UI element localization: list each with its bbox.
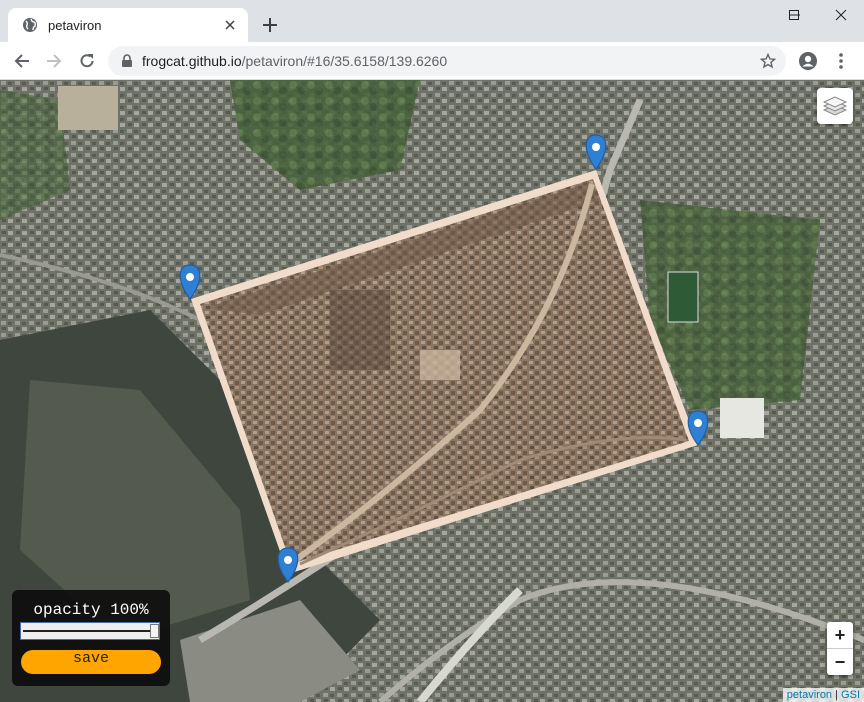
browser-tab[interactable]: petaviron [8,8,248,42]
save-button[interactable]: save [21,650,161,674]
layers-icon [822,91,848,122]
new-tab-icon[interactable] [258,13,282,37]
reload-icon[interactable] [75,49,99,73]
map-attribution: petaviron | GSI [782,688,864,702]
url-text: frogcat.github.io/petaviron/#16/35.6158/… [142,53,758,69]
attribution-separator: | [835,689,838,701]
maximize-icon[interactable] [771,0,817,30]
url-host: frogcat.github.io [142,53,242,69]
slider-thumb[interactable] [150,624,159,638]
close-window-icon[interactable] [818,0,864,30]
opacity-slider[interactable] [20,622,160,640]
close-tab-icon[interactable] [220,15,240,35]
url-path: /petaviron/#16/35.6158/139.6260 [241,53,448,69]
opacity-label: opacity 100% [33,601,149,619]
lock-icon [120,54,134,68]
zoom-control: + − [827,622,853,675]
tab-title: petaviron [48,17,102,33]
menu-kebab-icon[interactable] [830,50,852,72]
browser-toolbar: frogcat.github.io/petaviron/#16/35.6158/… [0,42,864,80]
overlay-control-panel: opacity 100% save [12,590,170,686]
profile-icon[interactable] [797,50,819,72]
bookmark-star-icon[interactable] [758,51,778,71]
address-bar[interactable]: frogcat.github.io/petaviron/#16/35.6158/… [108,46,786,76]
layers-control-button[interactable] [817,88,853,124]
map-viewport[interactable]: + − petaviron | GSI opacity 100% save [0,80,864,702]
forward-arrow-icon[interactable] [42,49,66,73]
globe-icon [22,17,38,33]
attribution-link-petaviron[interactable]: petaviron [787,689,832,701]
slider-track [23,630,151,632]
tab-strip: petaviron [0,0,864,42]
back-arrow-icon[interactable] [10,49,34,73]
zoom-in-button[interactable]: + [827,622,853,648]
zoom-out-button[interactable]: − [827,648,853,675]
attribution-link-gsi[interactable]: GSI [841,689,860,701]
